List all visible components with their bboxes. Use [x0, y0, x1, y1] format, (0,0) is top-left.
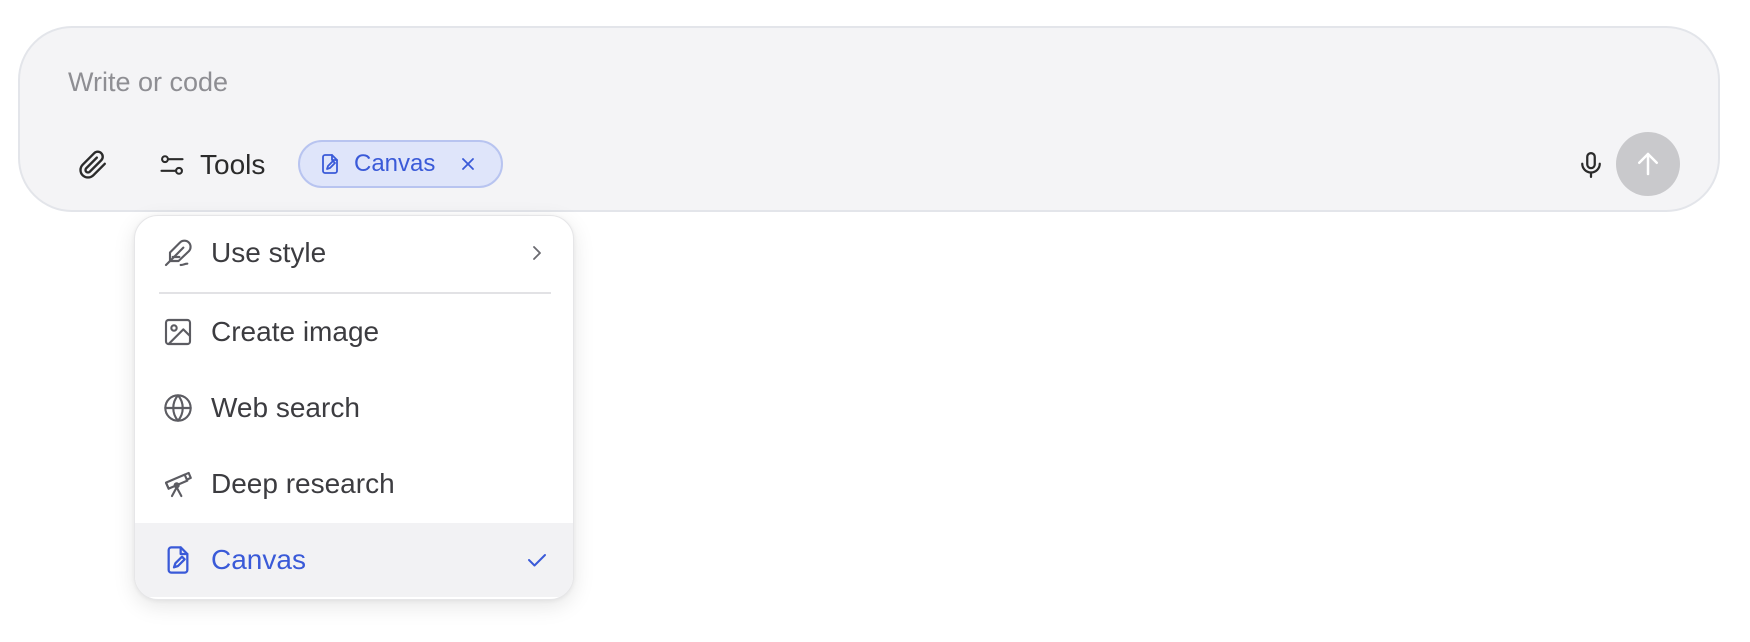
telescope-icon — [161, 467, 195, 501]
menu-item-deep-research[interactable]: Deep research — [135, 447, 573, 521]
tools-menu: Use style Create image Web search Deep r… — [134, 215, 574, 600]
canvas-chip-label: Canvas — [354, 150, 436, 177]
tools-button[interactable]: Tools — [150, 140, 273, 190]
menu-item-label: Use style — [211, 237, 327, 268]
close-icon[interactable] — [457, 153, 479, 175]
canvas-document-icon — [161, 543, 195, 577]
chevron-right-icon — [525, 241, 549, 265]
microphone-icon — [1576, 150, 1606, 180]
sliders-icon — [158, 151, 186, 179]
arrow-up-icon — [1633, 149, 1663, 179]
image-icon — [161, 315, 195, 349]
feather-pen-icon — [161, 236, 195, 270]
voice-input-button[interactable] — [1566, 140, 1616, 190]
menu-item-canvas[interactable]: Canvas — [135, 523, 573, 597]
menu-divider — [159, 292, 551, 294]
message-input[interactable] — [68, 58, 1568, 106]
tools-label: Tools — [200, 149, 266, 180]
menu-item-use-style[interactable]: Use style — [135, 216, 573, 290]
canvas-document-icon — [318, 152, 342, 176]
attach-button[interactable] — [70, 142, 116, 188]
menu-item-web-search[interactable]: Web search — [135, 371, 573, 445]
message-composer: Tools Canvas — [18, 26, 1720, 212]
menu-item-label: Create image — [211, 316, 380, 347]
globe-icon — [161, 391, 195, 425]
send-button[interactable] — [1616, 132, 1680, 196]
canvas-tool-chip[interactable]: Canvas — [298, 140, 504, 188]
paperclip-icon — [78, 150, 108, 180]
page: Tools Canvas — [0, 0, 1750, 642]
menu-item-label: Deep research — [211, 468, 395, 499]
menu-item-label: Canvas — [211, 544, 306, 575]
menu-item-label: Web search — [211, 392, 360, 423]
checkmark-icon — [525, 548, 549, 572]
menu-item-create-image[interactable]: Create image — [135, 295, 573, 369]
